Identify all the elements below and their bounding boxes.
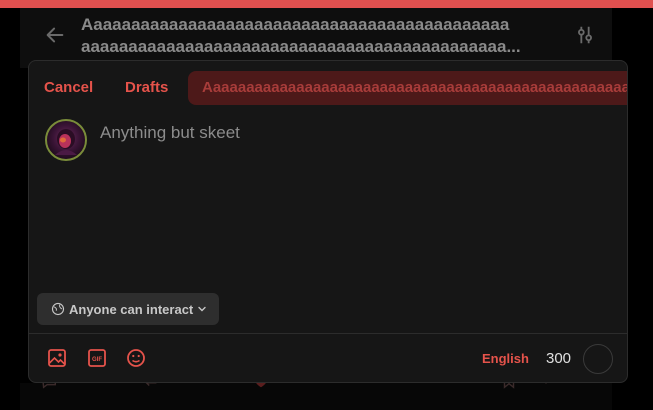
sliders-icon[interactable] — [574, 24, 596, 46]
thread-title: Aaaaaaaaaaaaaaaaaaaaaaaaaaaaaaaaaaaaaaaa… — [81, 14, 561, 58]
emoji-icon[interactable] — [126, 348, 146, 368]
gif-button[interactable]: GIF — [87, 348, 107, 368]
character-count: 300 — [546, 350, 572, 367]
interaction-settings-label: Anyone can interact — [69, 301, 194, 317]
gif-label: GIF — [92, 357, 102, 363]
thread-title-line1: Aaaaaaaaaaaaaaaaaaaaaaaaaaaaaaaaaaaaaaaa… — [81, 15, 510, 34]
interaction-settings-button[interactable]: Anyone can interact — [37, 293, 219, 325]
character-progress-ring — [583, 344, 613, 374]
thread-title-line2: aaaaaaaaaaaaaaaaaaaaaaaaaaaaaaaaaaaaaaaa… — [81, 37, 521, 56]
background-post-actions — [20, 383, 612, 410]
post-text-input[interactable]: Anything but skeet — [100, 123, 240, 143]
avatar[interactable] — [45, 119, 87, 161]
composer-modal: Cancel Drafts Aaaaaaaaaaaaaaaaaaaaaaaaaa… — [28, 60, 628, 383]
avatar-image — [55, 129, 77, 155]
language-selector[interactable]: English — [482, 351, 529, 366]
drafts-button[interactable]: Drafts — [125, 79, 168, 96]
image-icon[interactable] — [47, 348, 67, 368]
cancel-button[interactable]: Cancel — [44, 79, 93, 96]
chevron-down-icon — [198, 306, 206, 312]
globe-icon — [51, 302, 65, 316]
toolbar-divider — [29, 333, 627, 334]
top-accent-bar — [0, 0, 653, 8]
post-button[interactable]: Aaaaaaaaaaaaaaaaaaaaaaaaaaaaaaaaaaaaaaaa… — [188, 71, 627, 105]
arrow-left-icon[interactable] — [44, 24, 66, 46]
